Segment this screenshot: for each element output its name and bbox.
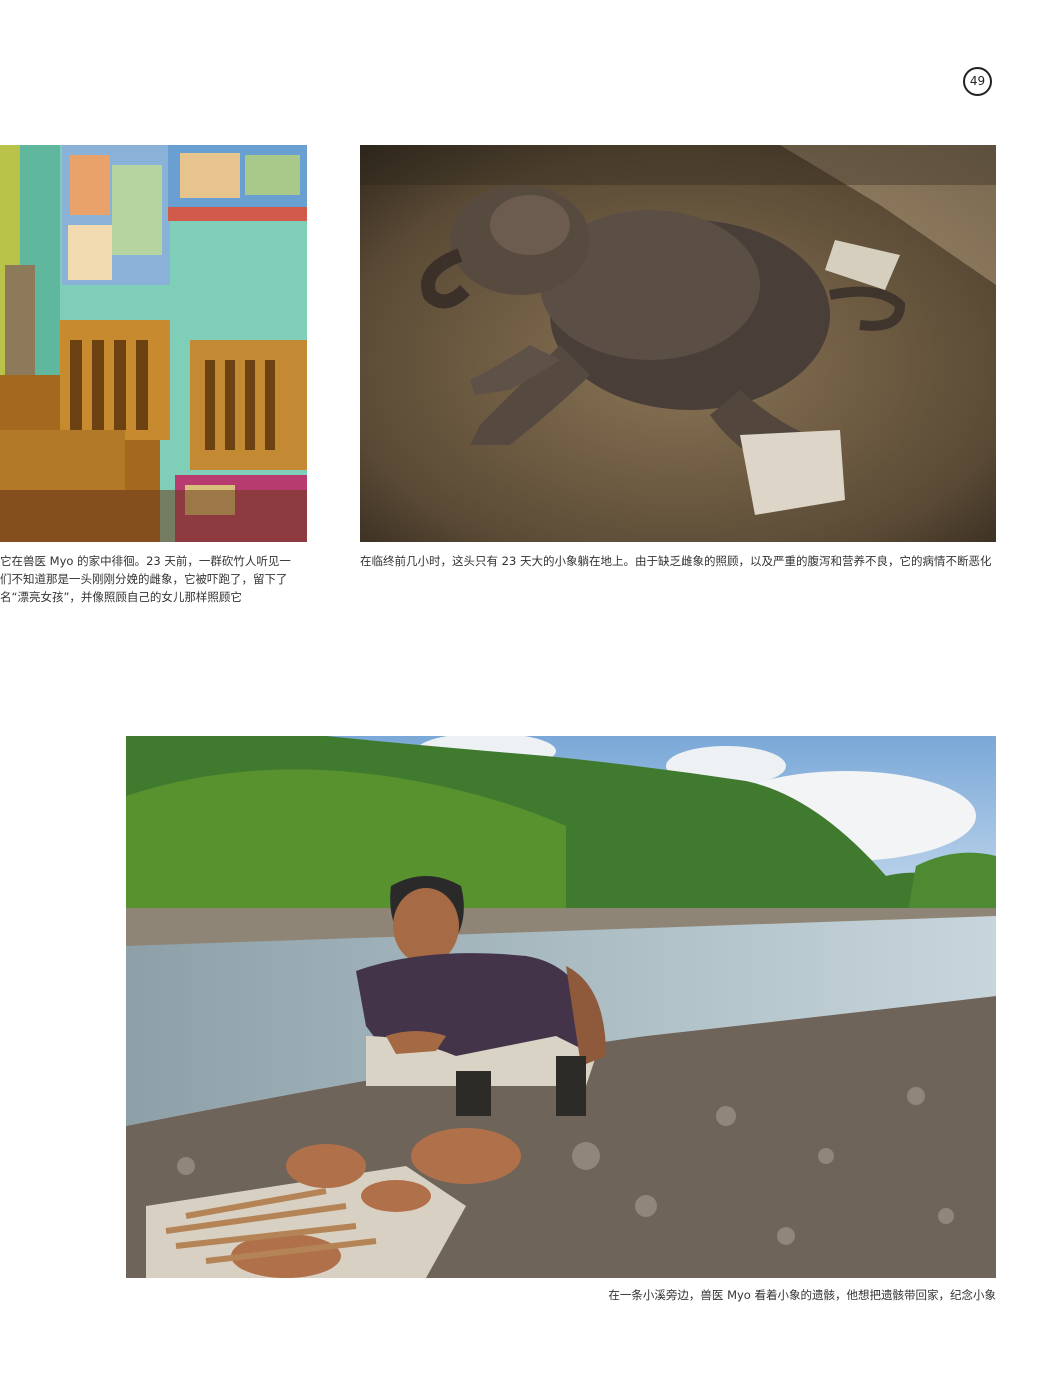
page-number: 49 bbox=[963, 67, 992, 96]
caption-bottom: 在一条小溪旁边，兽医 Myo 看着小象的遗骸，他想把遗骸带回家，纪念小象 bbox=[608, 1288, 996, 1302]
caption-left-line: 名“漂亮女孩”，并像照顾自己的女儿那样照顾它 bbox=[0, 590, 242, 604]
stream-remains-photo bbox=[126, 736, 996, 1278]
caption-left-line: 它在兽医 Myo 的家中徘徊。23 天前，一群砍竹人听见一 bbox=[0, 554, 291, 568]
caption-left-line: 们不知道那是一头刚刚分娩的雌象，它被吓跑了，留下了 bbox=[0, 572, 288, 586]
room-interior-photo bbox=[0, 145, 307, 542]
caption-right: 在临终前几小时，这头只有 23 天大的小象躺在地上。由于缺乏雌象的照顾，以及严重… bbox=[360, 554, 992, 568]
caption-left: 它在兽医 Myo 的家中徘徊。23 天前，一群砍竹人听见一 们不知道那是一头刚刚… bbox=[0, 552, 307, 606]
baby-elephant-photo bbox=[360, 145, 996, 542]
